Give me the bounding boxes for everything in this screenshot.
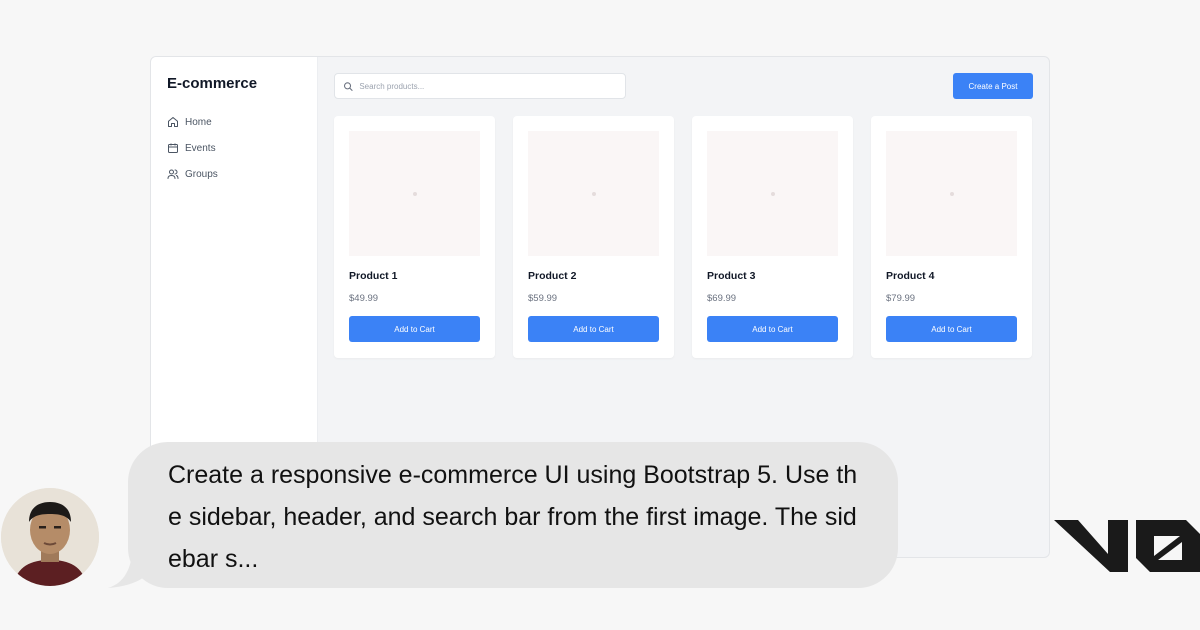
search-bar — [334, 73, 626, 99]
sidebar-item-home[interactable]: Home — [167, 109, 301, 135]
users-icon — [167, 169, 179, 179]
product-price: $49.99 — [349, 293, 379, 304]
image-placeholder-icon — [770, 191, 775, 196]
product-card: Product 1 $49.99 Add to Cart — [334, 116, 495, 358]
brand-title: E-commerce — [167, 75, 258, 92]
product-card: Product 2 $59.99 Add to Cart — [513, 116, 674, 358]
add-to-cart-button[interactable]: Add to Cart — [886, 316, 1017, 342]
product-image-placeholder — [528, 131, 659, 256]
add-to-cart-button[interactable]: Add to Cart — [707, 316, 838, 342]
product-name: Product 1 — [349, 270, 398, 282]
chat-bubble: Create a responsive e-commerce UI using … — [128, 442, 898, 588]
product-price: $79.99 — [886, 293, 916, 304]
create-post-button[interactable]: Create a Post — [953, 73, 1033, 99]
search-input[interactable] — [359, 81, 617, 91]
product-name: Product 2 — [528, 270, 577, 282]
sidebar-item-label: Events — [185, 142, 216, 154]
sidebar-item-events[interactable]: Events — [167, 135, 301, 161]
sidebar-item-groups[interactable]: Groups — [167, 161, 301, 187]
v0-logo-icon — [1054, 520, 1200, 572]
add-to-cart-button[interactable]: Add to Cart — [528, 316, 659, 342]
header: Create a Post — [334, 73, 1033, 99]
product-name: Product 4 — [886, 270, 935, 282]
person-icon — [1, 488, 99, 586]
product-name: Product 3 — [707, 270, 756, 282]
product-card: Product 4 $79.99 Add to Cart — [871, 116, 1032, 358]
product-price: $59.99 — [528, 293, 558, 304]
product-image-placeholder — [886, 131, 1017, 256]
calendar-icon — [168, 143, 178, 153]
add-to-cart-button[interactable]: Add to Cart — [349, 316, 480, 342]
sidebar-item-label: Groups — [185, 168, 218, 180]
product-grid: Product 1 $49.99 Add to Cart Product 2 $… — [334, 116, 1033, 358]
home-icon — [168, 117, 178, 127]
product-price: $69.99 — [707, 293, 737, 304]
image-placeholder-icon — [949, 191, 954, 196]
product-image-placeholder — [707, 131, 838, 256]
search-icon — [343, 81, 353, 91]
image-placeholder-icon — [412, 191, 417, 196]
sidebar-item-label: Home — [185, 116, 212, 128]
product-card: Product 3 $69.99 Add to Cart — [692, 116, 853, 358]
chat-message: Create a responsive e-commerce UI using … — [168, 461, 858, 573]
user-avatar — [1, 488, 99, 586]
image-placeholder-icon — [591, 191, 596, 196]
product-image-placeholder — [349, 131, 480, 256]
